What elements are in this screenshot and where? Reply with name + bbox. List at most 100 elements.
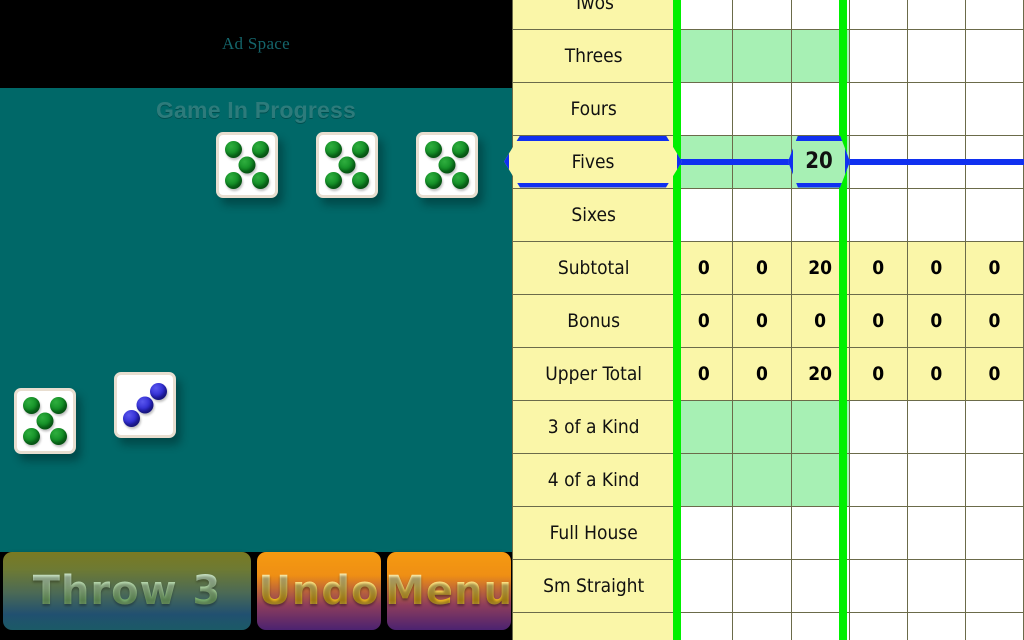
score-cell[interactable] [732, 135, 792, 189]
score-cell[interactable]: 0 [674, 294, 734, 348]
score-cell[interactable] [906, 612, 966, 640]
score-cell[interactable] [674, 559, 734, 613]
score-cell[interactable] [790, 400, 850, 454]
score-row-label[interactable]: Full House [511, 506, 676, 560]
rolled-die-1[interactable] [114, 372, 176, 438]
score-cell[interactable] [732, 559, 792, 613]
score-cell[interactable] [790, 29, 850, 83]
score-cell[interactable] [732, 506, 792, 560]
score-cell[interactable] [906, 188, 966, 242]
score-cell[interactable] [674, 82, 734, 136]
score-row-label[interactable]: 3 of a Kind [511, 400, 676, 454]
score-row-label[interactable]: 4 of a Kind [511, 453, 676, 507]
score-cell[interactable]: 20 [790, 241, 850, 295]
score-cell[interactable]: 0 [732, 294, 792, 348]
score-cell[interactable] [964, 82, 1024, 136]
score-row-label[interactable]: Sm Straight [511, 559, 676, 613]
score-cell[interactable] [848, 135, 908, 189]
score-cell[interactable] [674, 400, 734, 454]
score-cell[interactable] [790, 559, 850, 613]
score-cell[interactable] [906, 453, 966, 507]
score-row-label[interactable]: Threes [511, 29, 676, 83]
score-cell[interactable] [674, 188, 734, 242]
score-row-label[interactable]: Bonus [511, 294, 676, 348]
score-cell[interactable]: 20 [790, 347, 850, 401]
score-row-label[interactable]: Upper Total [511, 347, 676, 401]
kept-die-0[interactable] [216, 132, 278, 198]
score-cell[interactable]: 0 [964, 294, 1024, 348]
score-cell[interactable]: 0 [848, 241, 908, 295]
kept-die-1[interactable] [316, 132, 378, 198]
score-cell[interactable] [906, 559, 966, 613]
score-cell[interactable] [790, 506, 850, 560]
score-cell[interactable] [732, 400, 792, 454]
score-cell[interactable] [906, 0, 966, 30]
score-cell[interactable]: 0 [848, 347, 908, 401]
score-cell[interactable] [964, 506, 1024, 560]
score-cell[interactable]: 0 [906, 241, 966, 295]
score-row-label[interactable] [511, 612, 676, 640]
score-cell[interactable] [790, 82, 850, 136]
score-cell[interactable]: 0 [674, 241, 734, 295]
score-cell[interactable] [848, 400, 908, 454]
score-cell[interactable]: 0 [964, 347, 1024, 401]
rolled-die-0[interactable] [14, 388, 76, 454]
score-cell[interactable] [848, 0, 908, 30]
ad-banner[interactable]: Ad Space [0, 0, 512, 88]
score-row-label[interactable]: Twos [511, 0, 676, 30]
score-cell[interactable] [848, 29, 908, 83]
undo-button[interactable]: Undo [257, 552, 381, 630]
throw-button[interactable]: Throw 3 [3, 552, 251, 630]
score-cell[interactable] [906, 82, 966, 136]
score-cell[interactable] [790, 188, 850, 242]
score-cell[interactable] [964, 453, 1024, 507]
score-cell[interactable] [906, 29, 966, 83]
score-cell[interactable] [790, 612, 850, 640]
score-cell[interactable] [964, 0, 1024, 30]
score-cell[interactable] [732, 188, 792, 242]
score-cell[interactable] [964, 400, 1024, 454]
score-cell[interactable]: 0 [674, 347, 734, 401]
score-cell[interactable] [790, 0, 850, 30]
score-cell[interactable] [732, 612, 792, 640]
score-row-label[interactable]: Sixes [511, 188, 676, 242]
score-cell[interactable] [732, 82, 792, 136]
score-cell[interactable] [732, 0, 792, 30]
score-cell[interactable] [964, 188, 1024, 242]
score-cell[interactable] [674, 0, 734, 30]
score-cell[interactable] [906, 135, 966, 189]
score-cell[interactable] [964, 135, 1024, 189]
score-cell[interactable] [674, 29, 734, 83]
score-cell[interactable] [674, 453, 734, 507]
score-cell[interactable] [964, 559, 1024, 613]
score-row-label[interactable]: Subtotal [511, 241, 676, 295]
score-cell[interactable]: 0 [848, 294, 908, 348]
score-row-label[interactable]: Fours [511, 82, 676, 136]
score-cell[interactable] [674, 135, 734, 189]
score-cell[interactable] [848, 506, 908, 560]
score-cell[interactable] [674, 612, 734, 640]
score-cell[interactable] [964, 29, 1024, 83]
score-cell[interactable] [848, 559, 908, 613]
score-cell[interactable]: 0 [732, 241, 792, 295]
score-cell[interactable] [964, 612, 1024, 640]
score-cell[interactable]: 0 [790, 294, 850, 348]
score-cell[interactable] [848, 453, 908, 507]
score-cell[interactable] [848, 188, 908, 242]
score-cell[interactable] [790, 453, 850, 507]
score-cell[interactable]: 0 [732, 347, 792, 401]
score-cell[interactable]: 0 [906, 347, 966, 401]
score-cell[interactable] [732, 29, 792, 83]
score-cell[interactable] [906, 506, 966, 560]
score-cell[interactable] [674, 506, 734, 560]
score-cell[interactable]: 20 [790, 135, 850, 189]
score-cell[interactable] [906, 400, 966, 454]
score-cell[interactable] [848, 612, 908, 640]
menu-button[interactable]: Menu [387, 552, 511, 630]
score-cell[interactable] [848, 82, 908, 136]
score-row-label[interactable]: Fives [511, 135, 676, 189]
score-cell[interactable]: 0 [906, 294, 966, 348]
kept-die-2[interactable] [416, 132, 478, 198]
score-cell[interactable]: 0 [964, 241, 1024, 295]
score-cell[interactable] [732, 453, 792, 507]
